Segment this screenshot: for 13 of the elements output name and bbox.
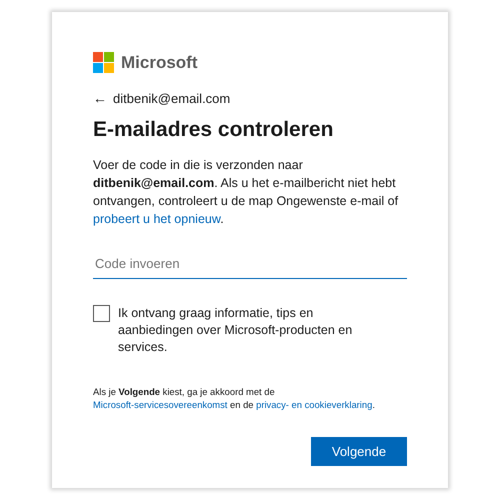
service-agreement-link[interactable]: Microsoft-servicesovereenkomst (93, 399, 228, 410)
account-email: ditbenik@email.com (113, 90, 230, 106)
page-title: E-mailadres controleren (93, 118, 334, 142)
next-button[interactable]: Volgende (311, 437, 407, 466)
brand-name: Microsoft (121, 52, 198, 72)
privacy-link[interactable]: privacy- en cookieverklaring (256, 399, 372, 410)
consent-checkbox[interactable] (93, 305, 110, 322)
consent-label: Ik ontvang graag informatie, tips en aanbiedingen over Microsoft-producten en services. (118, 305, 354, 356)
back-button[interactable]: ← (93, 90, 107, 106)
legal-text: Als je Volgende kiest, ga je akkoord met de Microsoft-servicesovereenkomst en de privacy- en cookieverklaring. (93, 385, 376, 411)
retry-link[interactable]: probeert u het opnieuw (93, 212, 220, 226)
instructions-text: Voer de code in die is verzonden naar ditbenik@email.com. Als u het e-mailbericht niet hebt ontvangen, controleert u de map Ongewenste e-mail of probeert u het opnieuw. (93, 157, 400, 228)
logo-icon (93, 52, 114, 73)
